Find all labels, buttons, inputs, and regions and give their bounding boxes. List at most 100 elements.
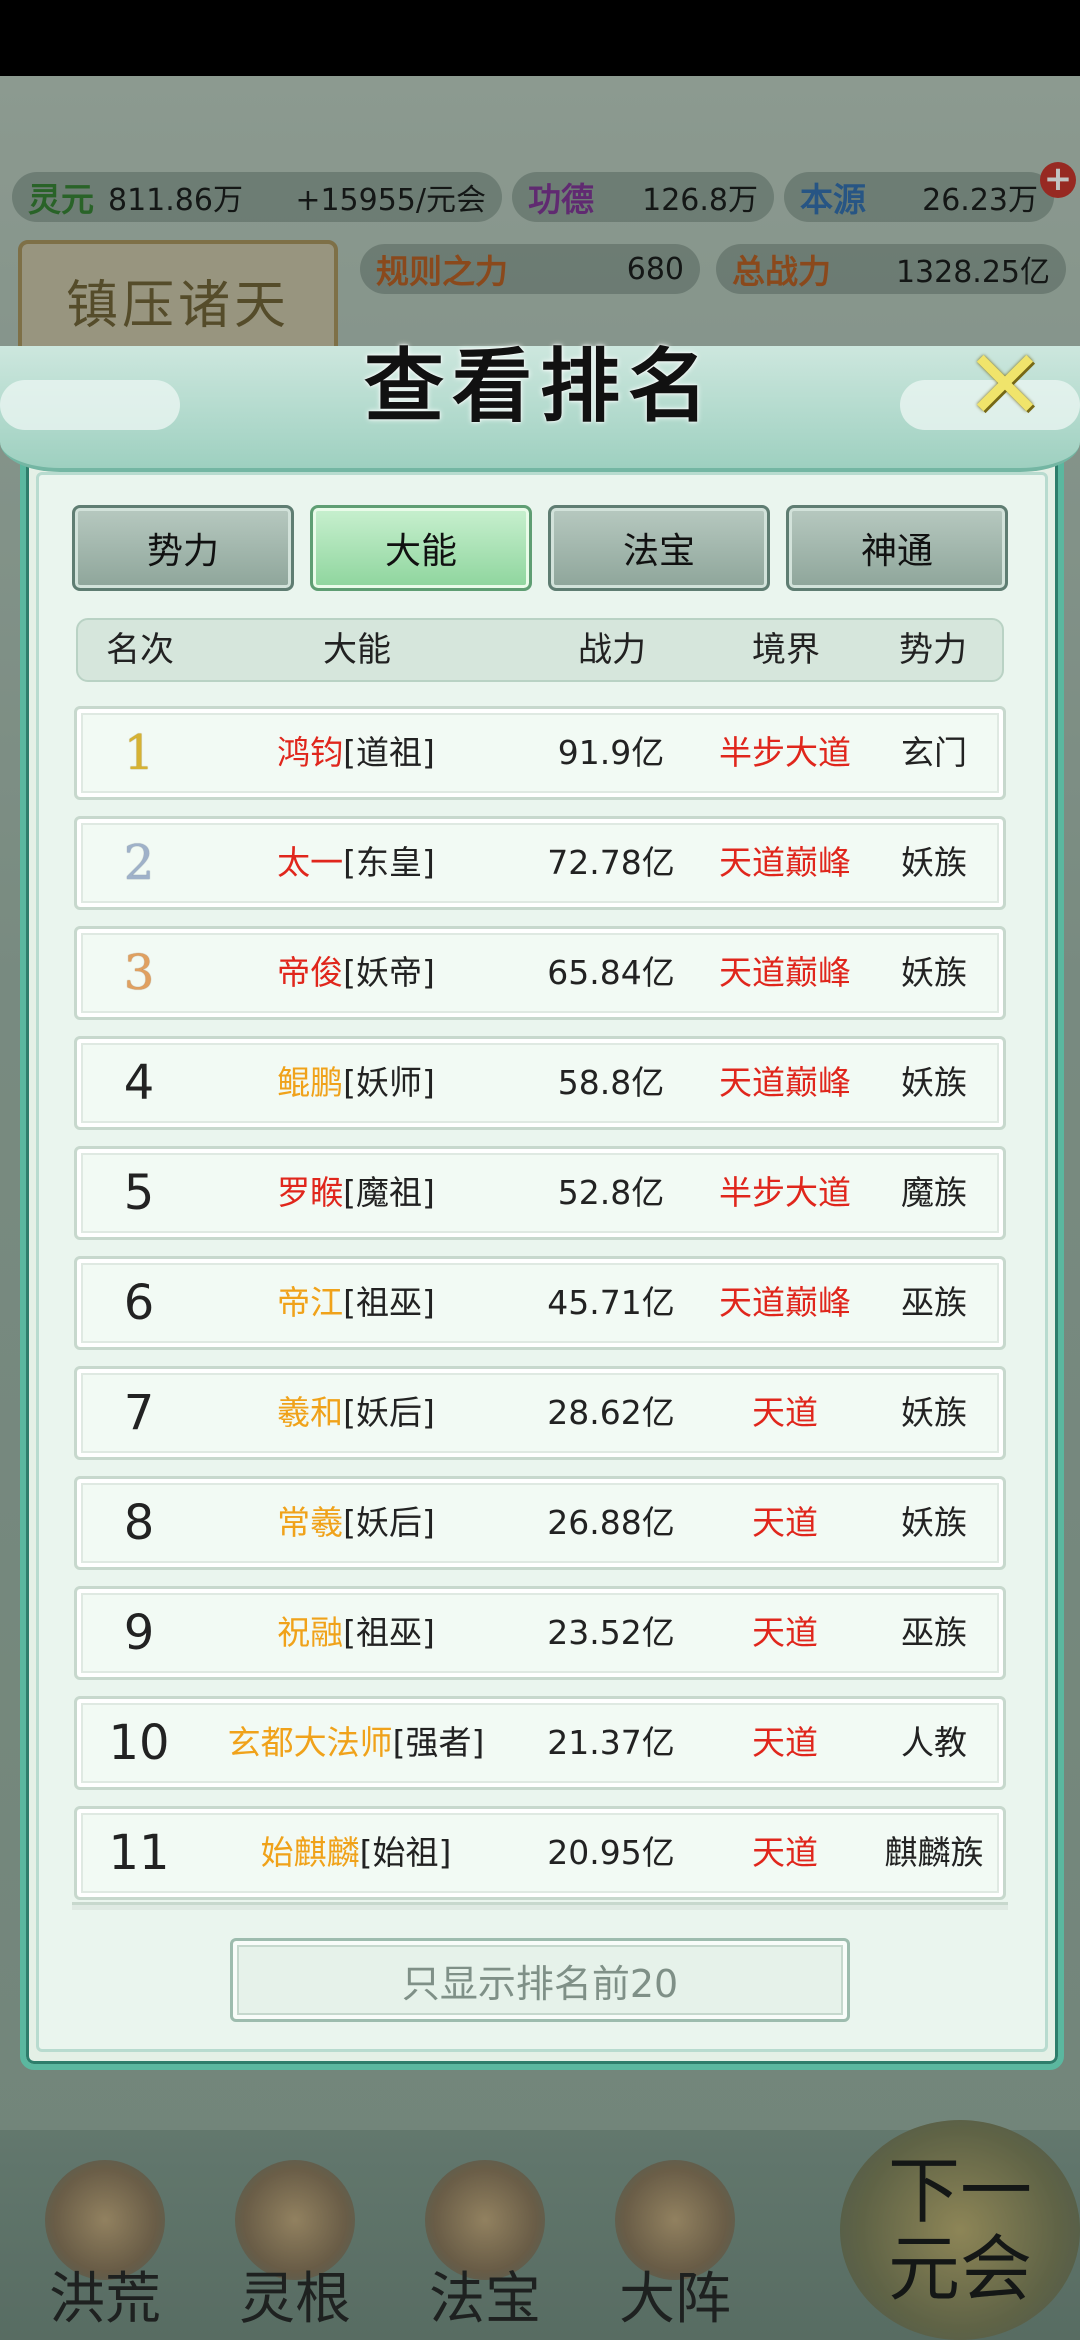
rank-number: 10	[108, 1715, 170, 1771]
daneng-title: [始祖]	[359, 1833, 452, 1872]
realm-value: 天道巅峰	[719, 1283, 851, 1322]
faction-value: 魔族	[901, 1173, 967, 1212]
table-row[interactable]: 3 帝俊[妖帝] 65.84亿 天道巅峰 妖族	[74, 926, 1006, 1020]
table-row[interactable]: 8 常羲[妖后] 26.88亿 天道 妖族	[74, 1476, 1006, 1570]
faction-value: 妖族	[901, 1503, 967, 1542]
daneng-title: [妖师]	[343, 1063, 435, 1102]
power-value: 45.71亿	[547, 1283, 675, 1322]
cloud-decoration	[0, 380, 180, 430]
rank-number: 4	[123, 1055, 155, 1111]
column-header-rank: 名次	[106, 630, 174, 670]
faction-value: 妖族	[901, 953, 967, 992]
faction-value: 妖族	[901, 843, 967, 882]
power-value: 65.84亿	[547, 953, 675, 992]
tab-fabao[interactable]: 法宝	[548, 505, 770, 591]
column-header-name: 大能	[323, 630, 391, 670]
daneng-title: [妖后]	[343, 1393, 435, 1432]
rank-number: 1	[123, 725, 155, 781]
rank-number: 9	[123, 1605, 155, 1661]
tab-shili[interactable]: 势力	[72, 505, 294, 591]
table-row[interactable]: 9 祝融[祖巫] 23.52亿 天道 巫族	[74, 1586, 1006, 1680]
faction-value: 巫族	[901, 1283, 967, 1322]
daneng-name: 始麒麟	[260, 1833, 360, 1872]
faction-value: 人教	[901, 1723, 967, 1762]
column-header-faction: 势力	[899, 630, 967, 670]
daneng-name: 罗睺	[277, 1173, 344, 1212]
list-scroll-edge	[72, 1902, 1008, 1910]
status-bar	[0, 0, 1080, 76]
daneng-name: 祝融	[277, 1613, 344, 1652]
column-header-power: 战力	[578, 630, 646, 670]
daneng-name: 羲和	[277, 1393, 344, 1432]
daneng-title: [妖后]	[343, 1503, 435, 1542]
power-value: 52.8亿	[557, 1173, 665, 1212]
table-row[interactable]: 10 玄都大法师[强者] 21.37亿 天道 人教	[74, 1696, 1006, 1790]
table-row[interactable]: 11 始麒麟[始祖] 20.95亿 天道 麒麟族	[74, 1806, 1006, 1900]
name-cell: 始麒麟[始祖]	[201, 1809, 511, 1897]
name-cell: 羲和[妖后]	[201, 1369, 511, 1457]
daneng-name: 鲲鹏	[277, 1063, 344, 1102]
daneng-name: 鸿钧	[277, 733, 344, 772]
daneng-title: [祖巫]	[343, 1613, 435, 1652]
table-row[interactable]: 4 鲲鹏[妖师] 58.8亿 天道巅峰 妖族	[74, 1036, 1006, 1130]
name-cell: 太一[东皇]	[201, 819, 511, 907]
rank-number: 3	[123, 945, 155, 1001]
power-value: 91.9亿	[557, 733, 665, 772]
power-value: 23.52亿	[547, 1613, 675, 1652]
realm-value: 半步大道	[719, 733, 851, 772]
name-cell: 帝江[祖巫]	[201, 1259, 511, 1347]
name-cell: 玄都大法师[强者]	[201, 1699, 511, 1787]
rank-number: 6	[123, 1275, 155, 1331]
realm-value: 天道	[752, 1503, 818, 1542]
daneng-title: [东皇]	[343, 843, 435, 882]
name-cell: 祝融[祖巫]	[201, 1589, 511, 1677]
name-cell: 常羲[妖后]	[201, 1479, 511, 1567]
power-value: 58.8亿	[557, 1063, 665, 1102]
name-cell: 鸿钧[道祖]	[201, 709, 511, 797]
table-row[interactable]: 2 太一[东皇] 72.78亿 天道巅峰 妖族	[74, 816, 1006, 910]
daneng-title: [强者]	[392, 1723, 485, 1762]
table-row[interactable]: 1 鸿钧[道祖] 91.9亿 半步大道 玄门	[74, 706, 1006, 800]
name-cell: 罗睺[魔祖]	[201, 1149, 511, 1237]
rank-number: 8	[123, 1495, 155, 1551]
top20-filter-button[interactable]: 只显示排名前20	[230, 1938, 850, 2022]
faction-value: 麒麟族	[884, 1833, 984, 1872]
daneng-title: [妖帝]	[343, 953, 435, 992]
power-value: 20.95亿	[547, 1833, 675, 1872]
realm-value: 天道巅峰	[719, 1063, 851, 1102]
rank-number: 2	[123, 835, 155, 891]
table-row[interactable]: 7 羲和[妖后] 28.62亿 天道 妖族	[74, 1366, 1006, 1460]
daneng-name: 帝俊	[277, 953, 344, 992]
rank-number: 5	[123, 1165, 155, 1221]
daneng-name: 玄都大法师	[227, 1723, 393, 1762]
rank-number: 11	[108, 1825, 170, 1881]
tab-shentong[interactable]: 神通	[786, 505, 1008, 591]
daneng-title: [道祖]	[343, 733, 435, 772]
name-cell: 帝俊[妖帝]	[201, 929, 511, 1017]
name-cell: 鲲鹏[妖师]	[201, 1039, 511, 1127]
power-value: 72.78亿	[547, 843, 675, 882]
realm-value: 天道巅峰	[719, 953, 851, 992]
daneng-title: [魔祖]	[343, 1173, 435, 1212]
table-header: 名次 大能 战力 境界 势力	[76, 618, 1004, 682]
realm-value: 半步大道	[719, 1173, 851, 1212]
modal-title: 查看排名	[364, 339, 716, 433]
table-row[interactable]: 5 罗睺[魔祖] 52.8亿 半步大道 魔族	[74, 1146, 1006, 1240]
power-value: 26.88亿	[547, 1503, 675, 1542]
tab-daneng[interactable]: 大能	[310, 505, 532, 591]
realm-value: 天道	[752, 1723, 818, 1762]
daneng-name: 常羲	[277, 1503, 344, 1542]
daneng-name: 帝江	[277, 1283, 344, 1322]
table-row[interactable]: 6 帝江[祖巫] 45.71亿 天道巅峰 巫族	[74, 1256, 1006, 1350]
close-icon[interactable]: ✕	[960, 329, 1050, 441]
power-value: 21.37亿	[547, 1723, 675, 1762]
realm-value: 天道	[752, 1613, 818, 1652]
realm-value: 天道巅峰	[719, 843, 851, 882]
column-header-realm: 境界	[752, 630, 820, 670]
power-value: 28.62亿	[547, 1393, 675, 1432]
faction-value: 妖族	[901, 1393, 967, 1432]
realm-value: 天道	[752, 1393, 818, 1432]
faction-value: 玄门	[901, 733, 967, 772]
faction-value: 妖族	[901, 1063, 967, 1102]
realm-value: 天道	[752, 1833, 818, 1872]
